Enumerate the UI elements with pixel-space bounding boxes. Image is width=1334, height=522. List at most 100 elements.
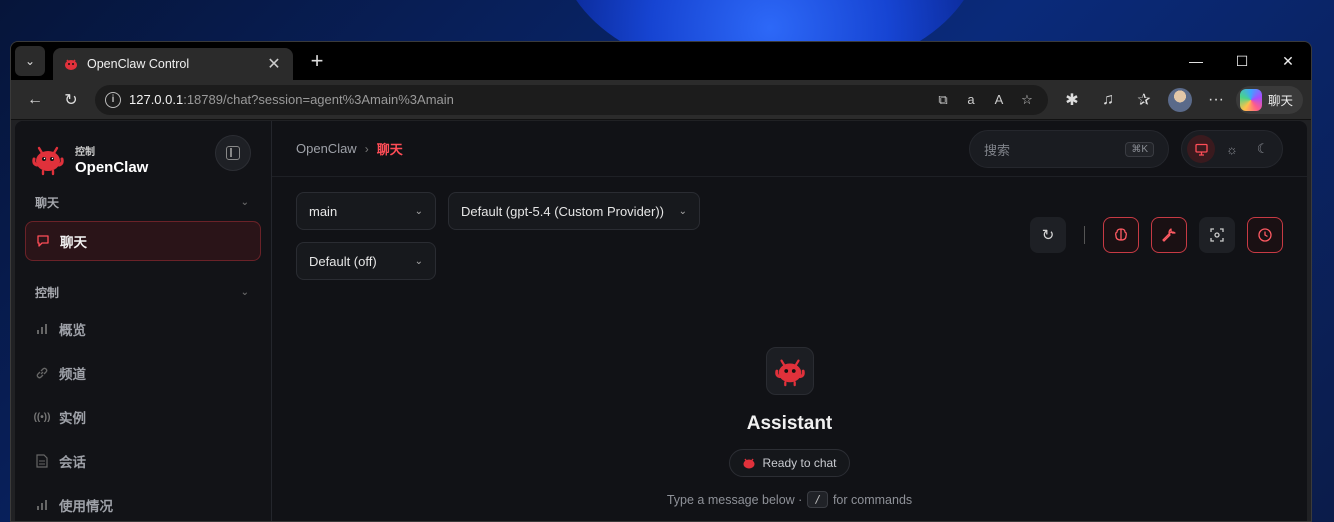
focus-mode-button[interactable] bbox=[1199, 217, 1235, 253]
sidebar-item-label: 频道 bbox=[59, 367, 86, 382]
sidebar: 控制 OpenClaw 聊天 ⌄ 聊天 控制 ⌄ 概览 频道 ((•)) 实例 … bbox=[15, 121, 272, 521]
collapse-sidebar-button[interactable] bbox=[215, 135, 251, 171]
copilot-chat-button[interactable]: 聊天 bbox=[1235, 85, 1303, 114]
thinking-toggle-button[interactable] bbox=[1103, 217, 1139, 253]
translate-icon[interactable]: a bbox=[960, 89, 982, 111]
sidebar-item-label: 使用情况 bbox=[59, 499, 113, 514]
chevron-down-icon: ⌄ bbox=[414, 255, 423, 267]
refresh-chat-button[interactable]: ↻ bbox=[1030, 217, 1066, 253]
sidebar-item-label: 概览 bbox=[59, 323, 86, 338]
sidebar-item-usage[interactable]: 使用情况 bbox=[25, 485, 261, 521]
avatar bbox=[1167, 87, 1192, 112]
url-text[interactable]: 127.0.0.1:18789/chat?session=agent%3Amai… bbox=[129, 92, 924, 107]
window-controls: — ☐ ✕ bbox=[1173, 42, 1311, 80]
main-content: OpenClaw › 聊天 搜索 ⌘K ☼ ☾ main ⌄ Default (… bbox=[272, 121, 1307, 521]
read-aloud-icon[interactable]: A bbox=[988, 89, 1010, 111]
sidebar-item-instances[interactable]: ((•)) 实例 bbox=[25, 397, 261, 437]
sidebar-item-channels[interactable]: 频道 bbox=[25, 353, 261, 393]
tools-toggle-button[interactable] bbox=[1151, 217, 1187, 253]
copilot-icon bbox=[1239, 88, 1262, 111]
refresh-button[interactable]: ↻ bbox=[55, 84, 87, 116]
search-input[interactable]: 搜索 ⌘K bbox=[969, 130, 1169, 168]
dark-theme-button[interactable]: ☾ bbox=[1249, 135, 1277, 163]
light-theme-button[interactable]: ☼ bbox=[1218, 135, 1246, 163]
sidebar-item-label: 聊天 bbox=[60, 235, 87, 250]
address-bar-icons: ⧉ a A ☆ bbox=[932, 89, 1038, 111]
bar-chart-icon bbox=[35, 498, 49, 512]
media-icon[interactable]: ♫ bbox=[1092, 84, 1124, 116]
system-theme-button[interactable] bbox=[1187, 135, 1216, 163]
browser-tab[interactable]: OpenClaw Control ✕ bbox=[53, 48, 293, 80]
agent-select[interactable]: main ⌄ bbox=[296, 192, 436, 230]
browser-toolbar: ← ↻ i 127.0.0.1:18789/chat?session=agent… bbox=[11, 80, 1311, 120]
section-header-control[interactable]: 控制 ⌄ bbox=[15, 281, 271, 303]
chevron-down-icon: ⌄ bbox=[678, 205, 687, 217]
breadcrumb-root[interactable]: OpenClaw bbox=[296, 141, 357, 156]
section-header-chat[interactable]: 聊天 ⌄ bbox=[15, 191, 271, 213]
refresh-icon: ↻ bbox=[1041, 227, 1055, 244]
split-screen-icon[interactable]: ⧉ bbox=[932, 89, 954, 111]
brand-text: 控制 OpenClaw bbox=[75, 143, 148, 176]
clock-icon bbox=[1258, 228, 1272, 242]
openclaw-logo-icon bbox=[32, 146, 64, 176]
tab-strip: ⌄ OpenClaw Control ✕ + — ☐ ✕ bbox=[11, 42, 1311, 80]
back-button[interactable]: ← bbox=[19, 84, 51, 116]
monitor-icon bbox=[1195, 143, 1208, 156]
search-shortcut: ⌘K bbox=[1125, 141, 1154, 157]
maximize-button[interactable]: ☐ bbox=[1219, 42, 1265, 80]
openclaw-logo-icon bbox=[774, 359, 805, 387]
chat-actions: ↻ bbox=[1030, 217, 1283, 253]
focus-icon bbox=[1210, 228, 1224, 242]
breadcrumb-current: 聊天 bbox=[376, 142, 403, 157]
chevron-down-icon: ⌄ bbox=[414, 205, 423, 217]
link-icon bbox=[35, 366, 49, 380]
sidebar-item-label: 会话 bbox=[59, 455, 86, 470]
favorites-icon[interactable]: ✰ bbox=[1128, 84, 1160, 116]
assistant-name: Assistant bbox=[746, 413, 833, 434]
minimize-button[interactable]: — bbox=[1173, 42, 1219, 80]
divider bbox=[1084, 226, 1085, 244]
chevron-down-icon: ⌄ bbox=[240, 286, 249, 298]
close-window-button[interactable]: ✕ bbox=[1265, 42, 1311, 80]
info-icon[interactable]: i bbox=[105, 91, 121, 108]
chat-bubble-icon bbox=[36, 234, 50, 248]
arrow-left-icon: ← bbox=[27, 90, 43, 108]
tab-title: OpenClaw Control bbox=[87, 57, 190, 71]
bar-chart-icon bbox=[35, 322, 49, 336]
sidebar-item-chat[interactable]: 聊天 bbox=[25, 221, 261, 261]
assistant-avatar bbox=[765, 347, 814, 395]
document-icon bbox=[35, 454, 49, 468]
sidebar-toggle-icon bbox=[226, 146, 240, 160]
new-tab-button[interactable]: + bbox=[305, 50, 329, 72]
brand-name: OpenClaw bbox=[75, 158, 149, 176]
broadcast-icon: ((•)) bbox=[33, 411, 51, 423]
welcome-panel: Assistant Ready to chat Type a message b… bbox=[272, 347, 1307, 508]
extensions-icon[interactable]: ✱ bbox=[1056, 84, 1088, 116]
profile-button[interactable] bbox=[1164, 84, 1196, 116]
breadcrumb-separator: › bbox=[364, 141, 369, 156]
input-hint: Type a message below · / for commands bbox=[666, 491, 913, 508]
model-select[interactable]: Default (gpt-5.4 (Custom Provider)) ⌄ bbox=[448, 192, 700, 230]
sidebar-item-label: 实例 bbox=[59, 411, 86, 426]
theme-switcher: ☼ ☾ bbox=[1181, 130, 1283, 168]
sidebar-item-overview[interactable]: 概览 bbox=[25, 309, 261, 349]
openclaw-favicon-icon bbox=[65, 59, 77, 70]
address-bar[interactable]: i 127.0.0.1:18789/chat?session=agent%3Am… bbox=[95, 84, 1048, 115]
sun-icon: ☼ bbox=[1226, 141, 1238, 157]
wrench-icon bbox=[1162, 228, 1176, 242]
copilot-label: 聊天 bbox=[1267, 94, 1293, 108]
slash-key: / bbox=[807, 491, 828, 508]
history-button[interactable] bbox=[1247, 217, 1283, 253]
moon-icon: ☾ bbox=[1256, 141, 1269, 156]
openclaw-app: 控制 OpenClaw 聊天 ⌄ 聊天 控制 ⌄ 概览 频道 ((•)) 实例 … bbox=[15, 121, 1307, 521]
star-icon[interactable]: ☆ bbox=[1016, 89, 1038, 111]
sidebar-item-sessions[interactable]: 会话 bbox=[25, 441, 261, 481]
chevron-down-icon: ⌄ bbox=[24, 54, 36, 68]
openclaw-small-icon bbox=[743, 458, 755, 469]
brain-icon bbox=[1115, 228, 1127, 241]
status-badge: Ready to chat bbox=[729, 449, 850, 477]
thinking-select[interactable]: Default (off) ⌄ bbox=[296, 242, 436, 280]
more-options-icon[interactable]: ··· bbox=[1200, 84, 1232, 116]
tab-actions-menu-button[interactable]: ⌄ bbox=[15, 46, 45, 76]
close-icon[interactable]: ✕ bbox=[265, 54, 283, 74]
